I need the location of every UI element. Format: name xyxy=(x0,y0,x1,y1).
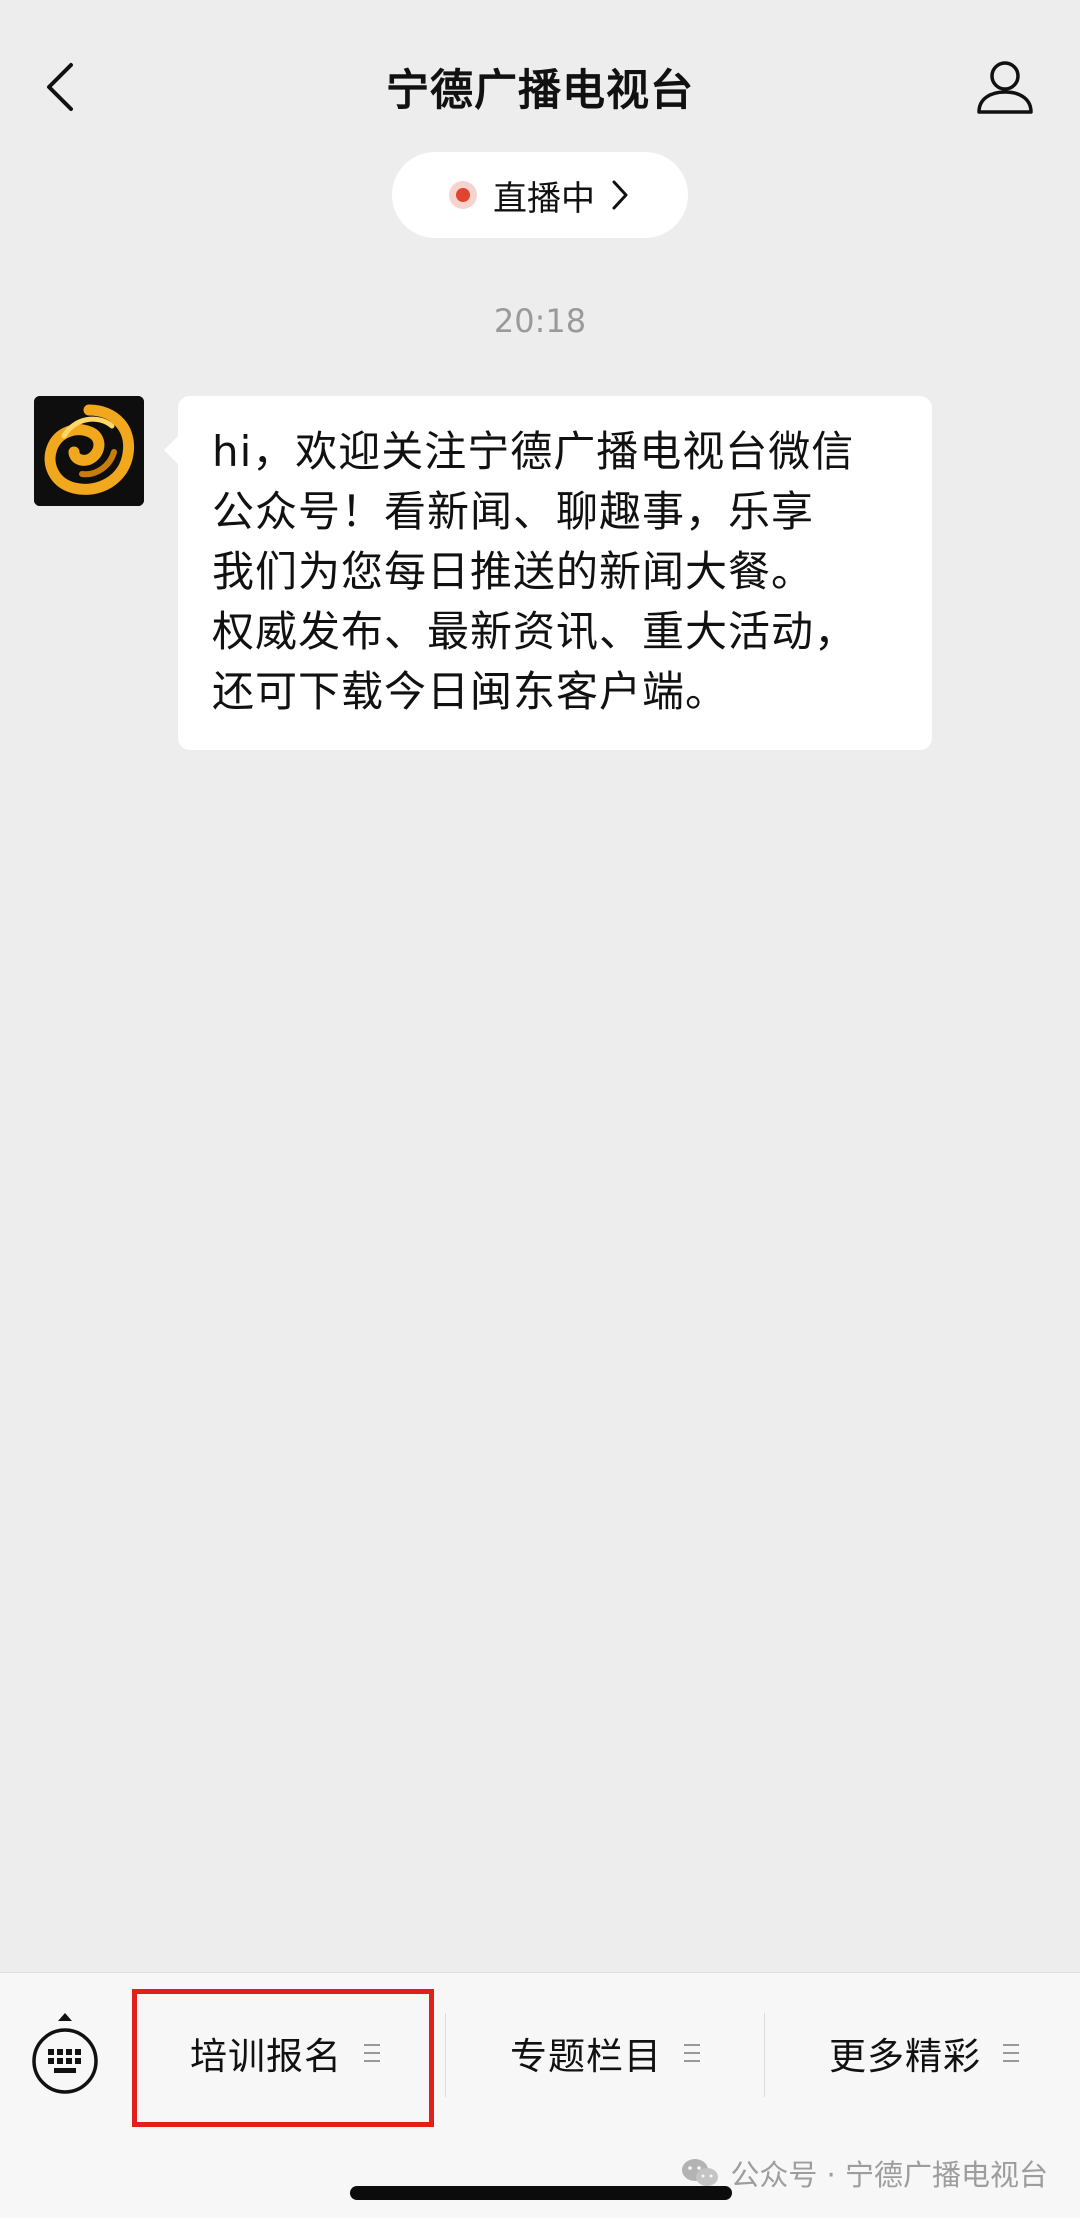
message-line: hi，欢迎关注宁德广播电视台微信 xyxy=(212,427,855,476)
keyboard-button[interactable] xyxy=(28,2009,102,2099)
chevron-right-icon xyxy=(611,178,631,212)
wechat-icon xyxy=(682,2159,719,2186)
live-label: 直播中 xyxy=(493,178,595,219)
menu-item-special-columns[interactable]: 专题栏目 xyxy=(455,2003,755,2103)
live-button[interactable]: 直播中 xyxy=(392,152,688,238)
profile-icon xyxy=(977,61,1033,114)
home-indicator[interactable] xyxy=(350,2186,732,2200)
message-bubble: hi，欢迎关注宁德广播电视台微信 公众号！看新闻、聊趣事，乐享 我们为您每日推送… xyxy=(164,396,932,750)
keyboard-icon xyxy=(32,2013,98,2094)
profile-button[interactable] xyxy=(970,52,1040,122)
station-logo-icon xyxy=(34,396,144,506)
header: 宁德广播电视台 xyxy=(0,0,1080,150)
page-title: 宁德广播电视台 xyxy=(386,66,694,116)
menu-divider xyxy=(764,2013,765,2097)
avatar[interactable] xyxy=(34,396,144,506)
menu-item-label: 培训报名 xyxy=(190,2035,342,2078)
watermark-text: 公众号 · 宁德广播电视台 xyxy=(730,2158,1048,2192)
menu-lines-icon xyxy=(1003,2044,1019,2062)
message-timestamp: 20:18 xyxy=(493,302,587,340)
menu-item-training-signup[interactable]: 培训报名 xyxy=(140,2003,430,2103)
chat-screen: 宁德广播电视台 直播中 20:18 hi，欢迎关注宁德广播电视台微信 公众号！看… xyxy=(0,0,1080,2218)
menu-item-more[interactable]: 更多精彩 xyxy=(774,2003,1074,2103)
live-dot-icon xyxy=(449,181,477,209)
message-line: 公众号！看新闻、聊趣事，乐享 xyxy=(212,487,815,536)
message-line: 我们为您每日推送的新闻大餐。 xyxy=(212,547,815,596)
menu-item-label: 更多精彩 xyxy=(829,2035,981,2078)
watermark: 公众号 · 宁德广播电视台 xyxy=(680,2152,1048,2194)
message-line: 还可下载今日闽东客户端。 xyxy=(212,667,729,716)
menu-lines-icon xyxy=(364,2044,380,2062)
menu-lines-icon xyxy=(684,2044,700,2062)
menu-divider xyxy=(445,2013,446,2097)
message-line: 权威发布、最新资讯、重大活动， xyxy=(212,607,858,656)
menu-item-label: 专题栏目 xyxy=(510,2035,662,2078)
